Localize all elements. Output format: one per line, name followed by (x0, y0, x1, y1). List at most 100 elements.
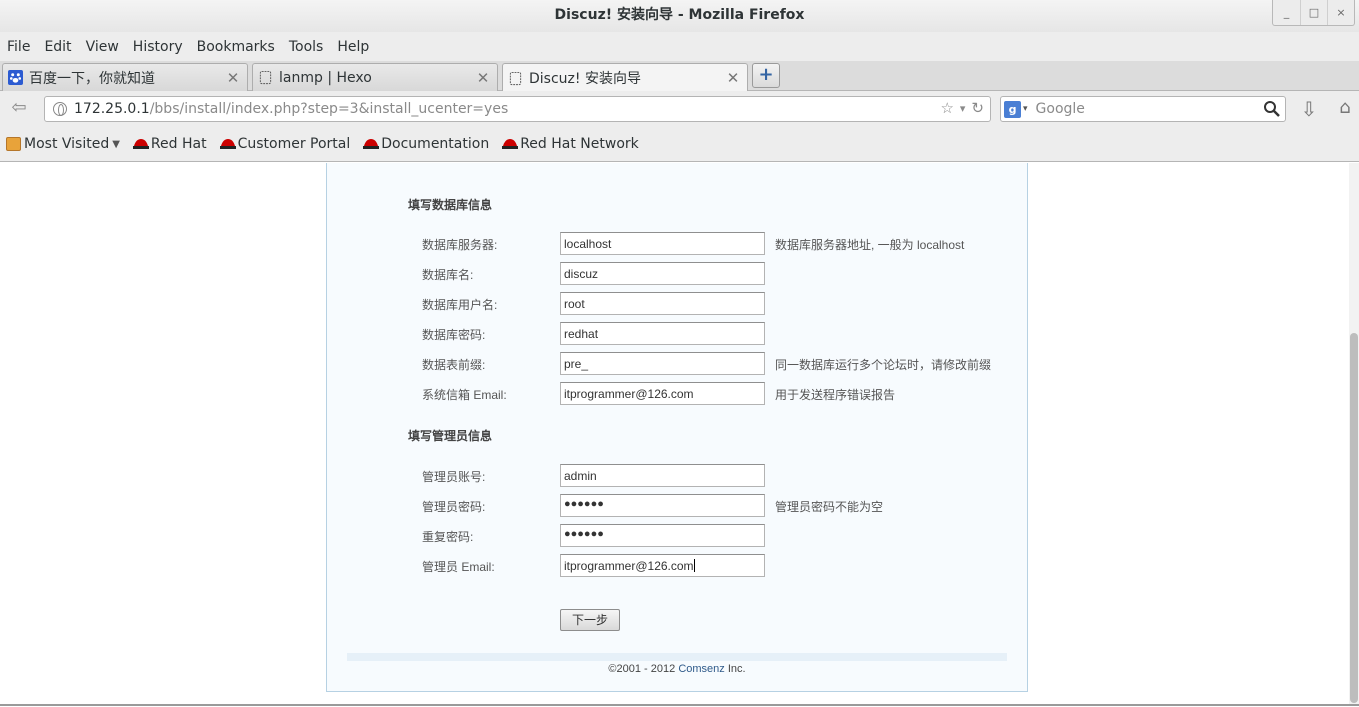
db-server-row: 数据库服务器: localhost 数据库服务器地址, 一般为 localhos… (327, 232, 1027, 256)
field-label: 数据库名: (422, 268, 474, 282)
window-controls: _ □ × (1272, 0, 1355, 26)
field-label: 管理员账号: (422, 470, 486, 484)
home-icon[interactable]: ⌂ (1333, 97, 1357, 121)
copyright-suffix: Inc. (724, 663, 746, 675)
bookmarks-bar: Most Visited ▼ Red Hat Customer Portal D… (0, 127, 1359, 162)
field-label: 数据库用户名: (422, 298, 498, 312)
menu-bookmarks[interactable]: Bookmarks (197, 39, 275, 55)
system-email-row: 系统信箱 Email: itprogrammer@126.com 用于发送程序错… (327, 382, 1027, 406)
install-form-panel: 填写数据库信息 数据库服务器: localhost 数据库服务器地址, 一般为 … (326, 163, 1028, 692)
download-arrow-icon[interactable]: ⇩ (1297, 97, 1321, 121)
repeat-password-input[interactable]: ●●●●●● (560, 524, 765, 547)
admin-username-input[interactable]: admin (560, 464, 765, 487)
admin-username-row: 管理员账号: admin (327, 464, 1027, 488)
table-prefix-input[interactable]: pre_ (560, 352, 765, 375)
admin-section-title: 填写管理员信息 (408, 429, 493, 443)
tab-label: 百度一下，你就知道 (29, 70, 155, 87)
field-hint: 数据库服务器地址, 一般为 localhost (775, 238, 965, 252)
bookmark-label: Red Hat (150, 136, 207, 152)
next-step-button[interactable]: 下一步 (560, 609, 620, 631)
db-user-input[interactable]: root (560, 292, 765, 315)
tab-label: lanmp | Hexo (279, 69, 372, 86)
db-password-input[interactable]: redhat (560, 322, 765, 345)
admin-email-value: itprogrammer@126.com (564, 559, 694, 573)
field-label: 管理员密码: (422, 500, 486, 514)
db-password-row: 数据库密码: redhat (327, 322, 1027, 346)
db-name-input[interactable]: discuz (560, 262, 765, 285)
footer-divider (347, 653, 1007, 661)
comsenz-link[interactable]: Comsenz (678, 663, 724, 675)
bookmark-most-visited[interactable]: Most Visited ▼ (6, 136, 120, 152)
menu-edit[interactable]: Edit (44, 39, 71, 55)
admin-password-input[interactable]: ●●●●●● (560, 494, 765, 517)
menu-history[interactable]: History (133, 39, 183, 55)
reload-icon[interactable]: ↻ (971, 99, 984, 119)
bookmark-label: Customer Portal (237, 136, 351, 152)
redhat-logo-icon (502, 139, 519, 149)
engine-dropdown-icon[interactable]: ▾ (1023, 104, 1028, 114)
admin-email-input[interactable]: itprogrammer@126.com (560, 554, 765, 577)
menu-file[interactable]: File (7, 39, 30, 55)
repeat-password-row: 重复密码: ●●●●●● (327, 524, 1027, 548)
search-bar[interactable]: g ▾ Google (1000, 96, 1286, 122)
table-prefix-row: 数据表前缀: pre_ 同一数据库运行多个论坛时，请修改前缀 (327, 352, 1027, 376)
tab-baidu[interactable]: 百度一下，你就知道 ✕ (2, 63, 248, 91)
redhat-logo-icon (363, 139, 380, 149)
scrollbar-thumb[interactable] (1350, 333, 1358, 703)
db-section-title: 填写数据库信息 (408, 198, 493, 212)
text-caret (693, 559, 695, 572)
chevron-down-icon: ▼ (112, 138, 120, 150)
db-server-input[interactable]: localhost (560, 232, 765, 255)
bookmark-red-hat[interactable]: Red Hat (132, 136, 207, 152)
search-input[interactable]: Google (1036, 101, 1085, 117)
tab-discuz[interactable]: Discuz! 安装向导 ✕ (502, 63, 748, 92)
field-label: 数据库服务器: (422, 238, 498, 252)
new-tab-button[interactable]: + (752, 63, 780, 88)
window-bottom-border (0, 704, 1359, 706)
close-tab-icon[interactable]: ✕ (724, 69, 742, 87)
bookmark-label: Most Visited (24, 136, 110, 152)
tab-hexo[interactable]: lanmp | Hexo ✕ (252, 63, 498, 91)
page-content: 填写数据库信息 数据库服务器: localhost 数据库服务器地址, 一般为 … (0, 163, 1359, 707)
tab-bar: 百度一下，你就知道 ✕ lanmp | Hexo ✕ Discuz! 安装向导 … (0, 61, 1359, 92)
field-hint: 同一数据库运行多个论坛时，请修改前缀 (775, 358, 992, 372)
window-titlebar: Discuz! 安装向导 - Mozilla Firefox _ □ × (0, 0, 1359, 32)
minimize-button[interactable]: _ (1273, 0, 1300, 25)
url-bar[interactable]: 172.25.0.1/bbs/install/index.php?step=3&… (44, 96, 991, 122)
back-arrow-icon[interactable]: ⇦ (6, 97, 32, 121)
menu-view[interactable]: View (86, 39, 119, 55)
bookmark-label: Red Hat Network (520, 136, 639, 152)
vertical-scrollbar[interactable] (1349, 163, 1359, 705)
bookmark-red-hat-network[interactable]: Red Hat Network (502, 136, 639, 152)
window-title: Discuz! 安装向导 - Mozilla Firefox (554, 7, 805, 23)
close-tab-icon[interactable]: ✕ (224, 69, 242, 87)
blank-page-icon (259, 70, 272, 85)
close-window-button[interactable]: × (1327, 0, 1354, 25)
menu-tools[interactable]: Tools (289, 39, 324, 55)
menu-help[interactable]: Help (337, 39, 369, 55)
field-hint: 用于发送程序错误报告 (775, 388, 896, 402)
url-dropdown-icon[interactable]: ▾ (960, 99, 966, 119)
most-visited-icon (6, 137, 21, 151)
url-host: 172.25.0.1 (74, 101, 150, 117)
bookmark-customer-portal[interactable]: Customer Portal (219, 136, 351, 152)
search-icon[interactable] (1263, 100, 1281, 118)
db-user-row: 数据库用户名: root (327, 292, 1027, 316)
bookmark-label: Documentation (381, 136, 490, 152)
google-engine-icon[interactable]: g (1004, 100, 1021, 118)
blank-page-icon (509, 71, 522, 85)
bookmark-documentation[interactable]: Documentation (363, 136, 489, 152)
menu-bar: File Edit View History Bookmarks Tools H… (0, 32, 1359, 61)
globe-icon (53, 102, 67, 116)
system-email-input[interactable]: itprogrammer@126.com (560, 382, 765, 405)
tab-label: Discuz! 安装向导 (529, 71, 641, 87)
admin-email-row: 管理员 Email: itprogrammer@126.com (327, 554, 1027, 578)
footer: ©2001 - 2012 Comsenz Inc. (327, 663, 1027, 675)
field-label: 系统信箱 Email: (422, 388, 507, 402)
field-hint: 管理员密码不能为空 (775, 500, 884, 514)
close-tab-icon[interactable]: ✕ (474, 69, 492, 87)
copyright-text: ©2001 - 2012 (608, 663, 679, 675)
bookmark-star-icon[interactable]: ☆ (940, 99, 953, 119)
admin-password-row: 管理员密码: ●●●●●● 管理员密码不能为空 (327, 494, 1027, 518)
maximize-button[interactable]: □ (1300, 0, 1327, 25)
